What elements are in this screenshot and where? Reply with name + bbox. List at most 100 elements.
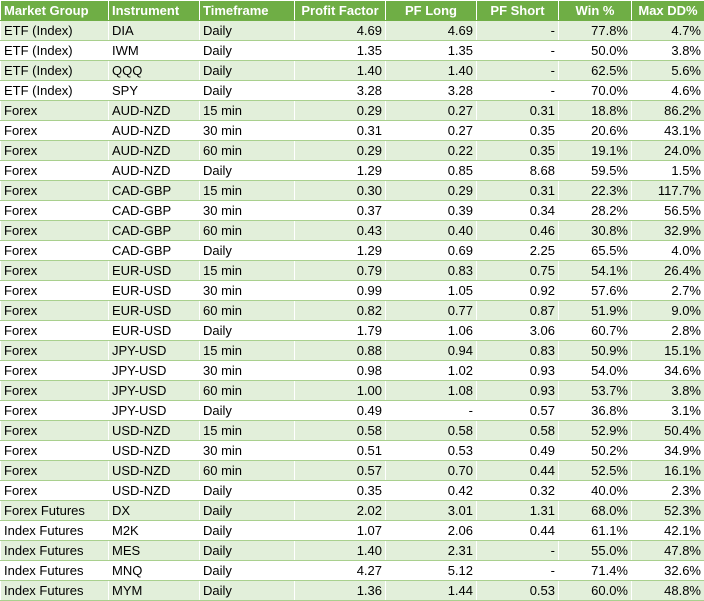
cell-win-pct[interactable]: 52.9% <box>559 421 632 441</box>
cell-profit-factor[interactable]: 0.29 <box>295 101 386 121</box>
cell-pf-long[interactable]: 0.53 <box>386 441 477 461</box>
cell-timeframe[interactable]: Daily <box>200 401 295 421</box>
cell-win-pct[interactable]: 60.0% <box>559 581 632 601</box>
cell-timeframe[interactable]: Daily <box>200 61 295 81</box>
cell-market-group[interactable]: ETF (Index) <box>1 41 109 61</box>
cell-pf-short[interactable]: 0.46 <box>477 221 559 241</box>
cell-max-dd[interactable]: 3.8% <box>632 381 704 401</box>
cell-timeframe[interactable]: 60 min <box>200 461 295 481</box>
cell-profit-factor[interactable]: 4.69 <box>295 21 386 41</box>
cell-pf-long[interactable]: 0.29 <box>386 181 477 201</box>
cell-market-group[interactable]: Forex Futures <box>1 501 109 521</box>
cell-instrument[interactable]: USD-NZD <box>109 481 200 501</box>
cell-win-pct[interactable]: 54.1% <box>559 261 632 281</box>
cell-timeframe[interactable]: 60 min <box>200 141 295 161</box>
column-market-group[interactable]: Market Group <box>1 1 109 21</box>
cell-profit-factor[interactable]: 1.07 <box>295 521 386 541</box>
cell-pf-short[interactable]: 0.57 <box>477 401 559 421</box>
cell-win-pct[interactable]: 57.6% <box>559 281 632 301</box>
table-row[interactable]: ETF (Index)DIADaily4.694.69-77.8%4.7% <box>1 21 704 41</box>
table-row[interactable]: ForexAUD-NZD15 min0.290.270.3118.8%86.2% <box>1 101 704 121</box>
cell-profit-factor[interactable]: 0.58 <box>295 421 386 441</box>
cell-profit-factor[interactable]: 0.98 <box>295 361 386 381</box>
table-row[interactable]: ForexCAD-GBPDaily1.290.692.2565.5%4.0% <box>1 241 704 261</box>
cell-profit-factor[interactable]: 0.29 <box>295 141 386 161</box>
cell-market-group[interactable]: Forex <box>1 301 109 321</box>
table-row[interactable]: ForexCAD-GBP30 min0.370.390.3428.2%56.5% <box>1 201 704 221</box>
cell-win-pct[interactable]: 70.0% <box>559 81 632 101</box>
cell-market-group[interactable]: Forex <box>1 441 109 461</box>
cell-market-group[interactable]: Forex <box>1 401 109 421</box>
cell-market-group[interactable]: Forex <box>1 181 109 201</box>
cell-instrument[interactable]: EUR-USD <box>109 261 200 281</box>
cell-market-group[interactable]: Forex <box>1 381 109 401</box>
cell-max-dd[interactable]: 34.6% <box>632 361 704 381</box>
cell-max-dd[interactable]: 32.6% <box>632 561 704 581</box>
cell-pf-short[interactable]: 1.31 <box>477 501 559 521</box>
cell-max-dd[interactable]: 34.9% <box>632 441 704 461</box>
cell-profit-factor[interactable]: 0.49 <box>295 401 386 421</box>
cell-timeframe[interactable]: Daily <box>200 521 295 541</box>
cell-pf-short[interactable]: 0.34 <box>477 201 559 221</box>
cell-pf-long[interactable]: 0.58 <box>386 421 477 441</box>
cell-pf-short[interactable]: - <box>477 561 559 581</box>
cell-max-dd[interactable]: 56.5% <box>632 201 704 221</box>
table-row[interactable]: ETF (Index)IWMDaily1.351.35-50.0%3.8% <box>1 41 704 61</box>
cell-pf-short[interactable]: 0.83 <box>477 341 559 361</box>
cell-profit-factor[interactable]: 0.43 <box>295 221 386 241</box>
cell-pf-short[interactable]: 0.31 <box>477 101 559 121</box>
cell-win-pct[interactable]: 60.7% <box>559 321 632 341</box>
cell-pf-short[interactable]: 0.49 <box>477 441 559 461</box>
cell-profit-factor[interactable]: 0.57 <box>295 461 386 481</box>
cell-profit-factor[interactable]: 1.79 <box>295 321 386 341</box>
cell-timeframe[interactable]: Daily <box>200 21 295 41</box>
cell-max-dd[interactable]: 50.4% <box>632 421 704 441</box>
cell-instrument[interactable]: SPY <box>109 81 200 101</box>
cell-pf-long[interactable]: 1.40 <box>386 61 477 81</box>
cell-instrument[interactable]: QQQ <box>109 61 200 81</box>
cell-win-pct[interactable]: 40.0% <box>559 481 632 501</box>
table-row[interactable]: Index FuturesM2KDaily1.072.060.4461.1%42… <box>1 521 704 541</box>
cell-max-dd[interactable]: 4.0% <box>632 241 704 261</box>
cell-pf-long[interactable]: 2.31 <box>386 541 477 561</box>
cell-win-pct[interactable]: 53.7% <box>559 381 632 401</box>
table-row[interactable]: Index FuturesMYMDaily1.361.440.5360.0%48… <box>1 581 704 601</box>
cell-profit-factor[interactable]: 1.40 <box>295 541 386 561</box>
cell-pf-short[interactable]: 0.75 <box>477 261 559 281</box>
table-row[interactable]: ForexUSD-NZD30 min0.510.530.4950.2%34.9% <box>1 441 704 461</box>
cell-pf-short[interactable]: 0.32 <box>477 481 559 501</box>
column-instrument[interactable]: Instrument <box>109 1 200 21</box>
cell-instrument[interactable]: CAD-GBP <box>109 181 200 201</box>
cell-pf-long[interactable]: 4.69 <box>386 21 477 41</box>
cell-profit-factor[interactable]: 0.31 <box>295 121 386 141</box>
cell-instrument[interactable]: MES <box>109 541 200 561</box>
cell-max-dd[interactable]: 86.2% <box>632 101 704 121</box>
cell-max-dd[interactable]: 42.1% <box>632 521 704 541</box>
table-row[interactable]: ForexCAD-GBP60 min0.430.400.4630.8%32.9% <box>1 221 704 241</box>
cell-max-dd[interactable]: 26.4% <box>632 261 704 281</box>
cell-max-dd[interactable]: 2.3% <box>632 481 704 501</box>
cell-pf-short[interactable]: 0.35 <box>477 121 559 141</box>
cell-timeframe[interactable]: 30 min <box>200 201 295 221</box>
cell-market-group[interactable]: Forex <box>1 261 109 281</box>
column-pf-short[interactable]: PF Short <box>477 1 559 21</box>
cell-pf-long[interactable]: 3.01 <box>386 501 477 521</box>
cell-pf-long[interactable]: 0.39 <box>386 201 477 221</box>
cell-win-pct[interactable]: 22.3% <box>559 181 632 201</box>
cell-instrument[interactable]: USD-NZD <box>109 461 200 481</box>
cell-pf-long[interactable]: 1.06 <box>386 321 477 341</box>
cell-market-group[interactable]: Forex <box>1 281 109 301</box>
cell-pf-long[interactable]: 2.06 <box>386 521 477 541</box>
column-timeframe[interactable]: Timeframe <box>200 1 295 21</box>
cell-pf-short[interactable]: - <box>477 81 559 101</box>
cell-max-dd[interactable]: 16.1% <box>632 461 704 481</box>
cell-instrument[interactable]: USD-NZD <box>109 441 200 461</box>
cell-instrument[interactable]: EUR-USD <box>109 281 200 301</box>
cell-timeframe[interactable]: Daily <box>200 41 295 61</box>
column-profit-factor[interactable]: Profit Factor <box>295 1 386 21</box>
cell-pf-long[interactable]: 1.08 <box>386 381 477 401</box>
cell-pf-short[interactable]: 0.53 <box>477 581 559 601</box>
cell-pf-short[interactable]: 0.93 <box>477 381 559 401</box>
cell-win-pct[interactable]: 20.6% <box>559 121 632 141</box>
cell-max-dd[interactable]: 2.8% <box>632 321 704 341</box>
